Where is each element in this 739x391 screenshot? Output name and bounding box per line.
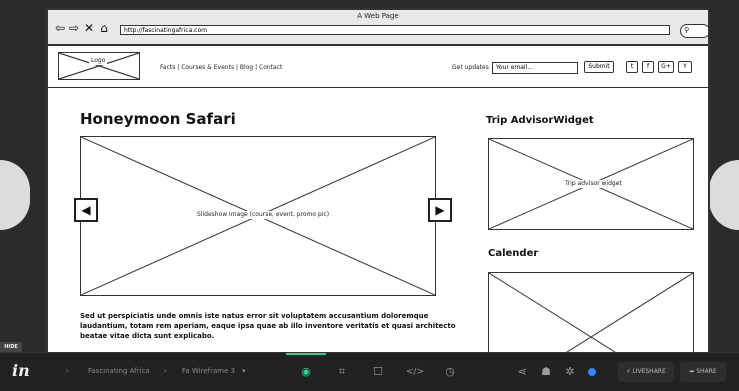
google-plus-button[interactable]: G+ (658, 61, 674, 73)
widget-title: Trip AdvisorWidget (486, 115, 594, 126)
facebook-button[interactable]: f (642, 61, 654, 73)
logo-label: Logo (89, 57, 108, 65)
updates-label: Get updates (452, 64, 489, 71)
active-mode-indicator (286, 353, 326, 355)
search-icon: ⚲ (684, 26, 690, 34)
settings-icon[interactable]: ✲ (562, 364, 578, 380)
inspect-icon[interactable]: ☗ (538, 364, 554, 380)
browser-chrome: A Web Page ⇦ ⇨ ✕ ⌂ http://fascinatingafr… (48, 10, 708, 46)
email-field[interactable]: Your email... (492, 62, 578, 74)
slideshow-caption: Slideshow image (course, event, promo pi… (195, 211, 332, 219)
liveshare-button[interactable]: ⚡ LIVESHARE (618, 362, 674, 382)
main-nav[interactable]: Facts | Courses & Events | Blog | Contac… (160, 64, 282, 72)
logo-placeholder[interactable]: Logo (58, 52, 140, 80)
slideshow-image-placeholder: Slideshow image (course, event, promo pi… (80, 136, 436, 296)
project-name[interactable]: Fascinating Africa (88, 366, 150, 376)
next-screen-handle[interactable] (709, 160, 739, 230)
calendar-placeholder (488, 272, 694, 354)
chevron-down-icon[interactable]: ▾ (242, 366, 246, 376)
history-icon[interactable]: ◷ (442, 364, 458, 380)
breadcrumb-separator: › (66, 367, 69, 375)
twitter-button[interactable]: t (626, 61, 638, 73)
placeholder-cross (489, 273, 693, 353)
slideshow-prev-button[interactable]: ◀ (74, 198, 98, 222)
intro-paragraph: Sed ut perspiciatis unde omnis iste natu… (80, 312, 456, 340)
share-button[interactable]: ➦ SHARE (680, 362, 726, 382)
slideshow-next-button[interactable]: ▶ (428, 198, 452, 222)
code-icon[interactable]: </> (406, 364, 424, 380)
widget-caption: Trip advisor widget (563, 180, 624, 188)
previous-screen-handle[interactable] (0, 160, 30, 230)
screen-name[interactable]: Fa Wireframe 3 (182, 366, 235, 376)
submit-button[interactable]: Submit (584, 61, 614, 73)
forward-arrow-icon[interactable]: ⇨ (68, 22, 80, 34)
youtube-button[interactable]: Y (678, 61, 692, 73)
address-bar[interactable]: http://fascinatingafrica.com (120, 25, 670, 35)
home-icon[interactable]: ⌂ (98, 22, 110, 34)
status-dot (588, 368, 596, 376)
liveshare-label: LIVESHARE (632, 368, 666, 375)
comment-icon[interactable]: ☐ (370, 364, 386, 380)
breadcrumb-separator: › (164, 367, 167, 375)
bolt-icon: ⚡ (626, 368, 631, 375)
page-title: Honeymoon Safari (80, 110, 236, 128)
share-arrow-icon: ➦ (689, 368, 695, 375)
invision-logo[interactable]: in (12, 363, 30, 379)
hide-toolbar-button[interactable]: HIDE (0, 342, 22, 352)
site-header: Logo Facts | Courses & Events | Blog | C… (48, 46, 708, 88)
share-nodes-icon[interactable]: ⋖ (514, 364, 530, 380)
window-title: A Web Page (357, 12, 399, 20)
share-label: SHARE (696, 368, 717, 375)
trip-advisor-widget-placeholder: Trip advisor widget (488, 138, 694, 230)
calendar-title: Calender (488, 248, 539, 259)
viewer-toolbar: in › Fascinating Africa › Fa Wireframe 3… (0, 352, 739, 391)
close-icon[interactable]: ✕ (83, 22, 95, 34)
crop-icon[interactable]: ⌗ (334, 364, 350, 380)
eye-icon[interactable]: ◉ (298, 364, 314, 380)
back-arrow-icon[interactable]: ⇦ (54, 22, 66, 34)
